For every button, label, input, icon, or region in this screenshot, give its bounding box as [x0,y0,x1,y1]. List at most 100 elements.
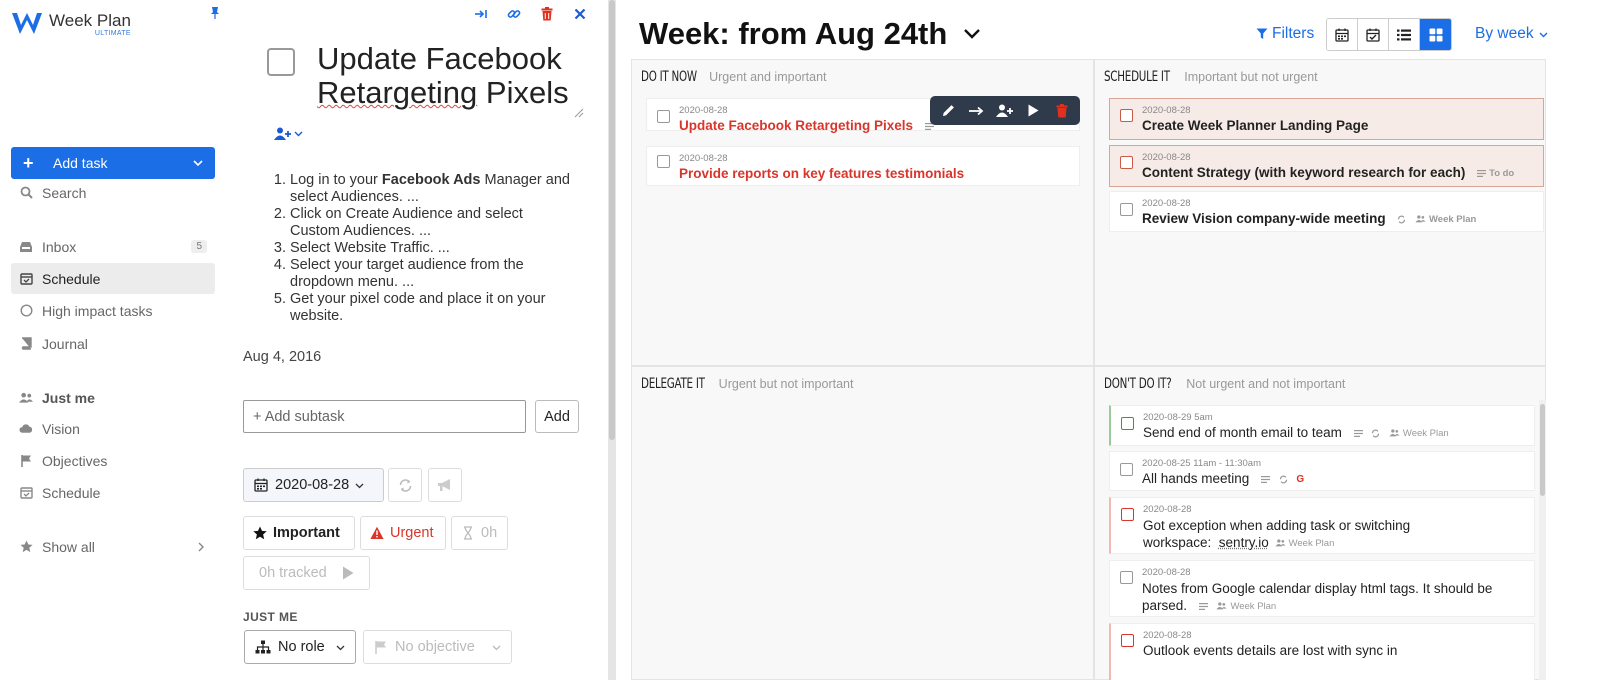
task-card[interactable]: 2020-08-25 11am - 11:30am All hands meet… [1109,451,1535,491]
task-date: 2020-08-28 [1143,630,1192,641]
task-checkbox[interactable] [1120,156,1133,169]
notes-step: Select Website Traffic. ... [290,240,573,257]
sidebar-item-schedule[interactable]: Schedule [11,263,215,294]
sidebar-item-journal[interactable]: Journal [11,328,215,359]
task-card[interactable]: 2020-08-28 Content Strategy (with keywor… [1109,145,1544,187]
notes-icon [1199,603,1208,610]
task-checkbox[interactable] [1120,571,1133,584]
quadrant-subtitle: Important but not urgent [1184,70,1317,84]
show-all-toggle[interactable]: Show all [11,531,215,562]
search-label: Search [42,185,86,201]
delete-task-button[interactable] [530,4,563,24]
task-title-line1: Update Facebook [317,41,562,76]
task-checkbox[interactable] [1120,109,1133,122]
sidebar-item-high-impact[interactable]: High impact tasks [11,295,215,326]
view-list-button[interactable] [1389,19,1420,50]
task-checkbox[interactable] [1121,634,1134,647]
view-calendar-button[interactable] [1327,19,1358,50]
task-title-input[interactable]: Update Facebook Retargeting Pixels [317,42,585,110]
pin-icon[interactable] [208,6,222,20]
move-task-button[interactable] [964,100,990,122]
add-subtask-input[interactable] [243,400,526,433]
quadrant-title: DELEGATE IT [641,376,705,392]
important-toggle[interactable]: Important [243,516,355,550]
repeat-icon [1371,429,1380,438]
task-card[interactable]: 2020-08-28 Review Vision company-wide me… [1109,191,1544,232]
task-name: Got exception when adding task or switch… [1143,517,1410,552]
add-task-button[interactable]: + Add task [11,147,215,179]
resize-handle-icon[interactable] [574,108,584,118]
task-card[interactable]: 2020-08-29 5am Send end of month email t… [1109,405,1535,446]
task-card[interactable]: 2020-08-28 Outlook events details are lo… [1109,623,1535,680]
estimate-input[interactable]: 0h [451,516,508,550]
role-select[interactable]: No role [244,630,356,664]
task-link[interactable]: sentry.io [1219,535,1269,550]
warning-icon [370,526,384,540]
task-checkbox[interactable] [1121,417,1134,430]
scrollbar-thumb[interactable] [1540,404,1545,496]
remind-button[interactable] [428,468,462,502]
scrollbar-thumb[interactable] [609,0,615,440]
quadrant-scrollbar[interactable] [1539,400,1546,680]
assign-user-button[interactable] [274,127,303,140]
search-nav[interactable]: Search [11,177,215,208]
task-checkbox[interactable] [657,155,670,168]
delete-task-button[interactable] [1049,100,1075,122]
task-card[interactable]: 2020-08-28 Got exception when adding tas… [1109,497,1535,554]
task-meta: Week Plan [1199,598,1276,615]
add-subtask-button[interactable]: Add [535,400,579,433]
time-tracking-button[interactable]: 0h tracked [243,556,370,590]
week-selector[interactable]: Week: from Aug 24th [639,16,981,52]
task-date: 2020-08-28 [679,153,728,164]
task-detail-panel: Update Facebook Retargeting Pixels Log i… [231,0,608,680]
urgent-toggle[interactable]: Urgent [360,516,446,550]
task-notes[interactable]: Log in to your Facebook Ads Manager and … [273,172,573,325]
sidebar-item-label: Inbox [42,239,76,255]
task-card[interactable]: 2020-08-28 Create Week Planner Landing P… [1109,98,1544,140]
task-checkbox[interactable] [657,110,670,123]
assign-task-button[interactable] [992,100,1018,122]
task-card[interactable]: 2020-08-28 Notes from Google calendar di… [1109,560,1535,617]
edit-task-button[interactable] [935,100,961,122]
add-task-label: Add task [53,155,107,171]
view-schedule-button[interactable] [1358,19,1389,50]
copy-link-button[interactable] [497,4,530,24]
calendar-icon [254,478,268,492]
inbox-count-badge: 5 [191,240,207,253]
close-panel-button[interactable] [563,4,596,24]
task-complete-checkbox[interactable] [267,48,295,76]
sidebar-item-objectives[interactable]: Objectives [11,445,215,476]
objective-select[interactable]: No objective [363,630,512,664]
repeat-button[interactable] [388,468,422,502]
task-checkbox[interactable] [1120,463,1133,476]
list-icon [1397,29,1411,41]
view-switcher [1326,18,1452,51]
task-name: Create Week Planner Landing Page [1142,118,1368,133]
users-icon [19,391,33,405]
sidebar-item-inbox[interactable]: Inbox 5 [11,231,215,262]
task-checkbox[interactable] [1121,508,1134,521]
date-picker-button[interactable]: 2020-08-28 [243,468,384,502]
filters-button[interactable]: Filters [1256,25,1314,43]
quadrant-subtitle: Urgent but not important [719,377,854,391]
move-to-button[interactable] [464,4,497,24]
chevron-right-icon [197,542,205,552]
users-icon [1415,215,1426,223]
quadrant-subtitle: Not urgent and not important [1186,377,1345,391]
workspace-heading[interactable]: Just me [11,382,215,413]
chevron-down-icon[interactable] [193,158,203,168]
week-title: Week: from Aug 24th [639,16,947,52]
app-logo[interactable]: Week Plan ULTIMATE [11,10,131,37]
sidebar-item-label: Objectives [42,453,107,469]
task-card[interactable]: 2020-08-28 Provide reports on key featur… [646,146,1080,186]
book-icon [19,337,33,351]
task-checkbox[interactable] [1120,203,1133,216]
start-timer-button[interactable] [1020,100,1046,122]
sidebar-item-workspace-schedule[interactable]: Schedule [11,477,215,508]
group-by-label: By week [1475,25,1534,43]
sidebar-item-vision[interactable]: Vision [11,413,215,444]
group-by-select[interactable]: By week [1475,25,1548,43]
view-matrix-button[interactable] [1420,19,1451,50]
panel-scrollbar[interactable] [608,0,616,680]
sidebar-item-label: Schedule [42,485,100,501]
